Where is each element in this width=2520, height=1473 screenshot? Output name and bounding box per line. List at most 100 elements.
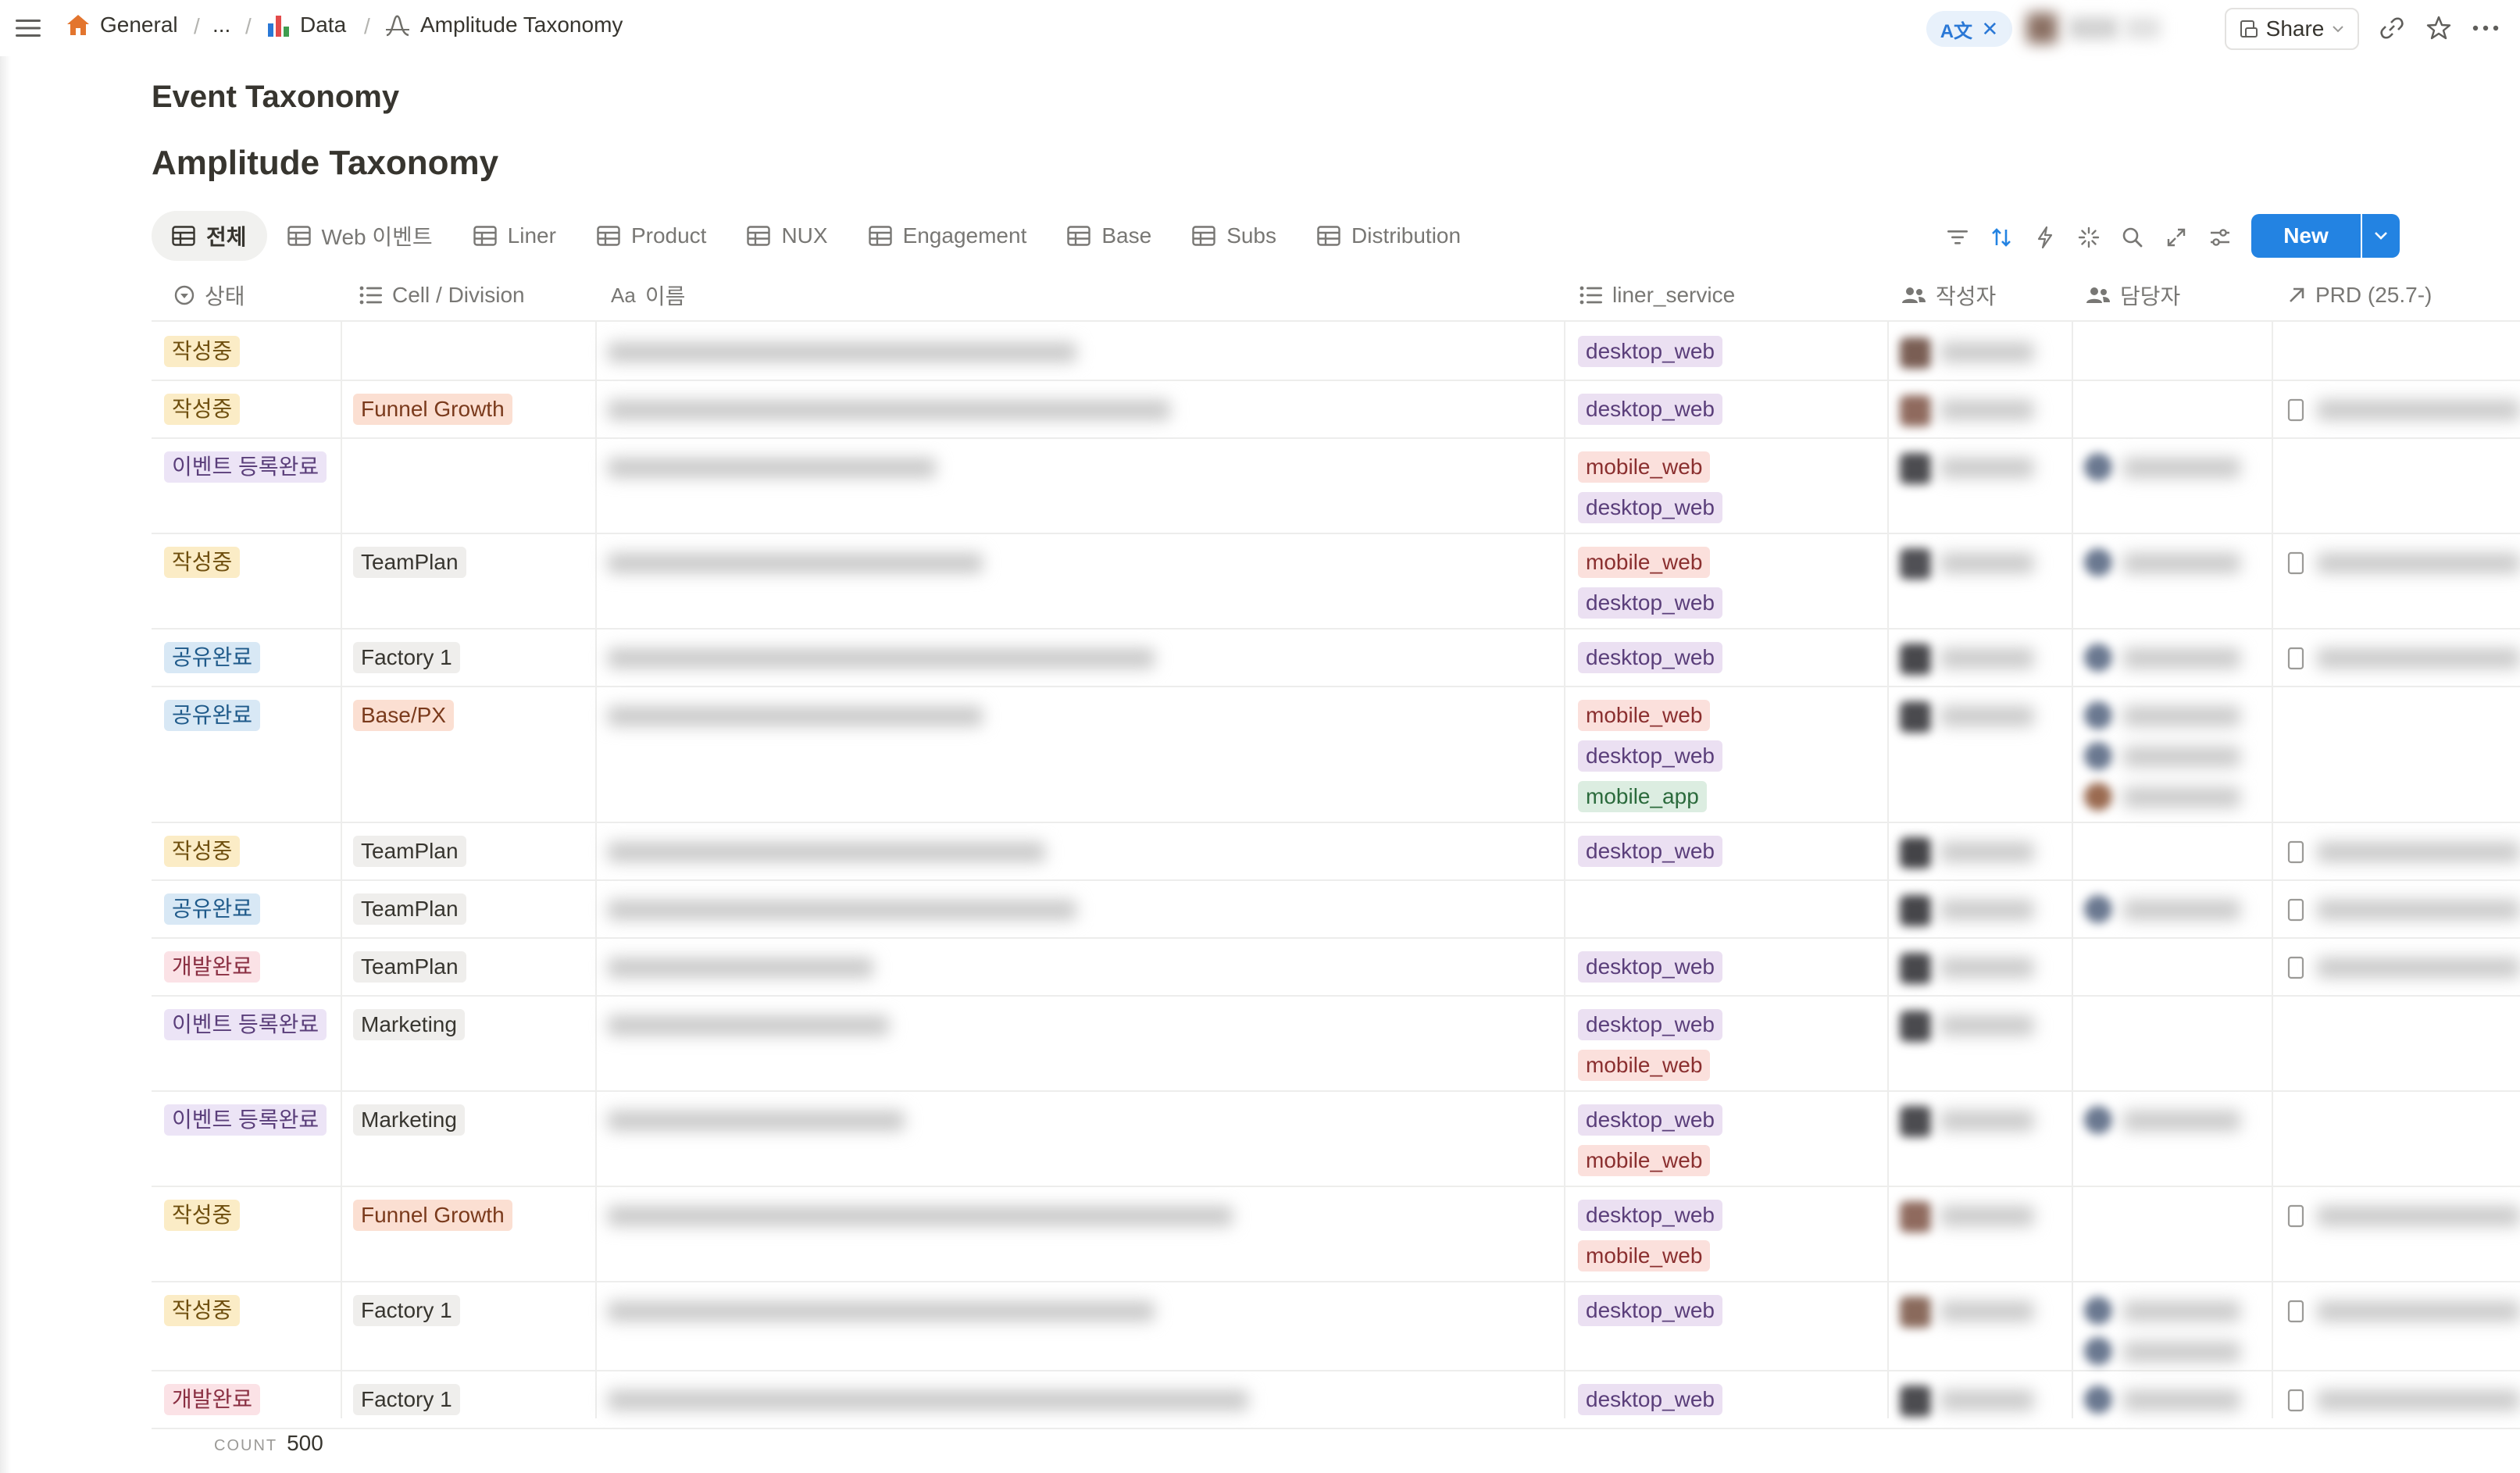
table-row[interactable]: 이벤트 등록완료 mobile_web desktop_web [152, 439, 2520, 534]
cell-division-tag[interactable]: TeamPlan [353, 547, 466, 578]
prd-link-redacted[interactable] [2317, 958, 2520, 978]
cell-division-tag[interactable]: Funnel Growth [353, 1200, 512, 1231]
settings-sliders-icon[interactable] [2204, 222, 2236, 253]
column-header-owner[interactable]: 담당자 [2073, 269, 2180, 322]
service-tag[interactable]: desktop_web [1578, 1009, 1723, 1040]
breadcrumb-current[interactable]: Amplitude Taxonomy [384, 12, 623, 37]
event-name-redacted[interactable] [608, 400, 1170, 420]
avatar[interactable] [1900, 701, 1931, 733]
filter-icon[interactable] [1942, 222, 1973, 253]
avatar[interactable] [1900, 895, 1931, 926]
service-tag[interactable]: desktop_web [1578, 492, 1723, 523]
more-icon[interactable] [2468, 11, 2503, 45]
service-tag[interactable]: mobile_web [1578, 547, 1711, 578]
status-badge[interactable]: 작성중 [164, 336, 241, 367]
event-name-redacted[interactable] [608, 553, 983, 573]
avatar[interactable] [1900, 1296, 1931, 1328]
prd-link-redacted[interactable] [2317, 648, 2520, 669]
prd-link-redacted[interactable] [2317, 400, 2520, 420]
service-tag[interactable]: desktop_web [1578, 336, 1723, 367]
status-badge[interactable]: 공유완료 [164, 893, 261, 925]
sparkle-icon[interactable] [2073, 222, 2104, 253]
service-tag[interactable]: mobile_web [1578, 1145, 1711, 1176]
new-button[interactable]: New [2251, 214, 2361, 258]
status-badge[interactable]: 이벤트 등록완료 [164, 451, 327, 483]
column-header-prd[interactable]: PRD (25.7-) [2275, 269, 2432, 322]
table-row[interactable]: 공유완료 Factory 1 desktop_web [152, 630, 2520, 687]
avatar[interactable] [2084, 701, 2112, 729]
avatar[interactable] [2084, 783, 2112, 811]
service-tag[interactable]: mobile_web [1578, 451, 1711, 483]
cell-division-tag[interactable]: Factory 1 [353, 1384, 460, 1415]
avatar[interactable] [1900, 548, 1931, 580]
table-row[interactable]: 작성중 Funnel Growth desktop_web mobile_web [152, 1187, 2520, 1282]
event-name-redacted[interactable] [608, 342, 1076, 362]
avatar[interactable] [1900, 337, 1931, 369]
event-name-redacted[interactable] [608, 842, 1045, 862]
event-name-redacted[interactable] [608, 458, 936, 478]
event-name-redacted[interactable] [608, 1206, 1233, 1226]
status-badge[interactable]: 공유완료 [164, 642, 261, 673]
avatar[interactable] [1900, 453, 1931, 484]
table-row[interactable]: 공유완료 TeamPlan [152, 881, 2520, 939]
status-badge[interactable]: 이벤트 등록완료 [164, 1104, 327, 1136]
table-row[interactable]: 작성중 TeamPlan mobile_web desktop_web [152, 534, 2520, 630]
column-header-author[interactable]: 작성자 [1889, 269, 1996, 322]
avatar[interactable] [2084, 1106, 2112, 1134]
status-badge[interactable]: 개발완료 [164, 1384, 261, 1415]
breadcrumb-parent[interactable]: Data [267, 12, 346, 37]
tab-4[interactable]: NUX [726, 211, 848, 261]
status-badge[interactable]: 작성중 [164, 836, 241, 867]
service-tag[interactable]: mobile_web [1578, 700, 1711, 731]
event-name-redacted[interactable] [608, 1390, 1248, 1411]
table-row[interactable]: 개발완료 Factory 1 desktop_web [152, 1371, 2520, 1429]
cell-division-tag[interactable]: TeamPlan [353, 893, 466, 925]
new-dropdown-button[interactable] [2362, 214, 2400, 258]
table-row[interactable]: 작성중 desktop_web [152, 323, 2520, 381]
service-tag[interactable]: desktop_web [1578, 740, 1723, 772]
avatar[interactable] [2026, 12, 2058, 44]
column-header-cell-division[interactable]: Cell / Division [347, 269, 525, 322]
translate-pill[interactable]: A文 ✕ [1926, 11, 2012, 47]
breadcrumb-workspace[interactable]: General [66, 12, 178, 37]
avatar[interactable] [2084, 1337, 2112, 1365]
table-row[interactable]: 작성중 Factory 1 desktop_web [152, 1282, 2520, 1371]
avatar[interactable] [2084, 1296, 2112, 1325]
avatar[interactable] [1900, 1106, 1931, 1137]
status-badge[interactable]: 이벤트 등록완료 [164, 1009, 327, 1040]
status-badge[interactable]: 공유완료 [164, 700, 261, 731]
avatar[interactable] [2084, 895, 2112, 923]
sort-icon[interactable] [1986, 222, 2017, 253]
cell-division-tag[interactable]: Base/PX [353, 700, 454, 731]
link-icon[interactable] [2375, 11, 2409, 45]
table-row[interactable]: 작성중 Funnel Growth desktop_web [152, 381, 2520, 439]
tab-3[interactable]: Product [576, 211, 727, 261]
star-icon[interactable] [2422, 11, 2456, 45]
tab-5[interactable]: Engagement [848, 211, 1048, 261]
service-tag[interactable]: mobile_web [1578, 1240, 1711, 1271]
avatar[interactable] [2084, 548, 2112, 576]
avatar[interactable] [1900, 1386, 1931, 1417]
table-row[interactable]: 개발완료 TeamPlan desktop_web [152, 939, 2520, 997]
cell-division-tag[interactable]: Funnel Growth [353, 394, 512, 425]
column-header-liner-service[interactable]: liner_service [1567, 269, 1735, 322]
expand-icon[interactable] [2161, 222, 2192, 253]
cell-division-tag[interactable]: Marketing [353, 1104, 465, 1136]
avatar[interactable] [1900, 644, 1931, 675]
tab-6[interactable]: Base [1047, 211, 1172, 261]
event-name-redacted[interactable] [608, 648, 1155, 669]
prd-link-redacted[interactable] [2317, 842, 2520, 862]
avatar[interactable] [1900, 1011, 1931, 1042]
cell-division-tag[interactable]: Marketing [353, 1009, 465, 1040]
tab-7[interactable]: Subs [1172, 211, 1297, 261]
table-row[interactable]: 이벤트 등록완료 Marketing desktop_web mobile_web [152, 997, 2520, 1092]
avatar[interactable] [2084, 644, 2112, 672]
avatar[interactable] [2084, 742, 2112, 770]
service-tag[interactable]: desktop_web [1578, 1384, 1723, 1415]
avatar[interactable] [1900, 837, 1931, 868]
event-name-redacted[interactable] [608, 1015, 889, 1036]
avatar[interactable] [2125, 17, 2161, 39]
tab-1[interactable]: Web 이벤트 [267, 211, 453, 261]
cell-division-tag[interactable]: TeamPlan [353, 951, 466, 983]
column-header-name[interactable]: Aa 이름 [598, 269, 685, 322]
